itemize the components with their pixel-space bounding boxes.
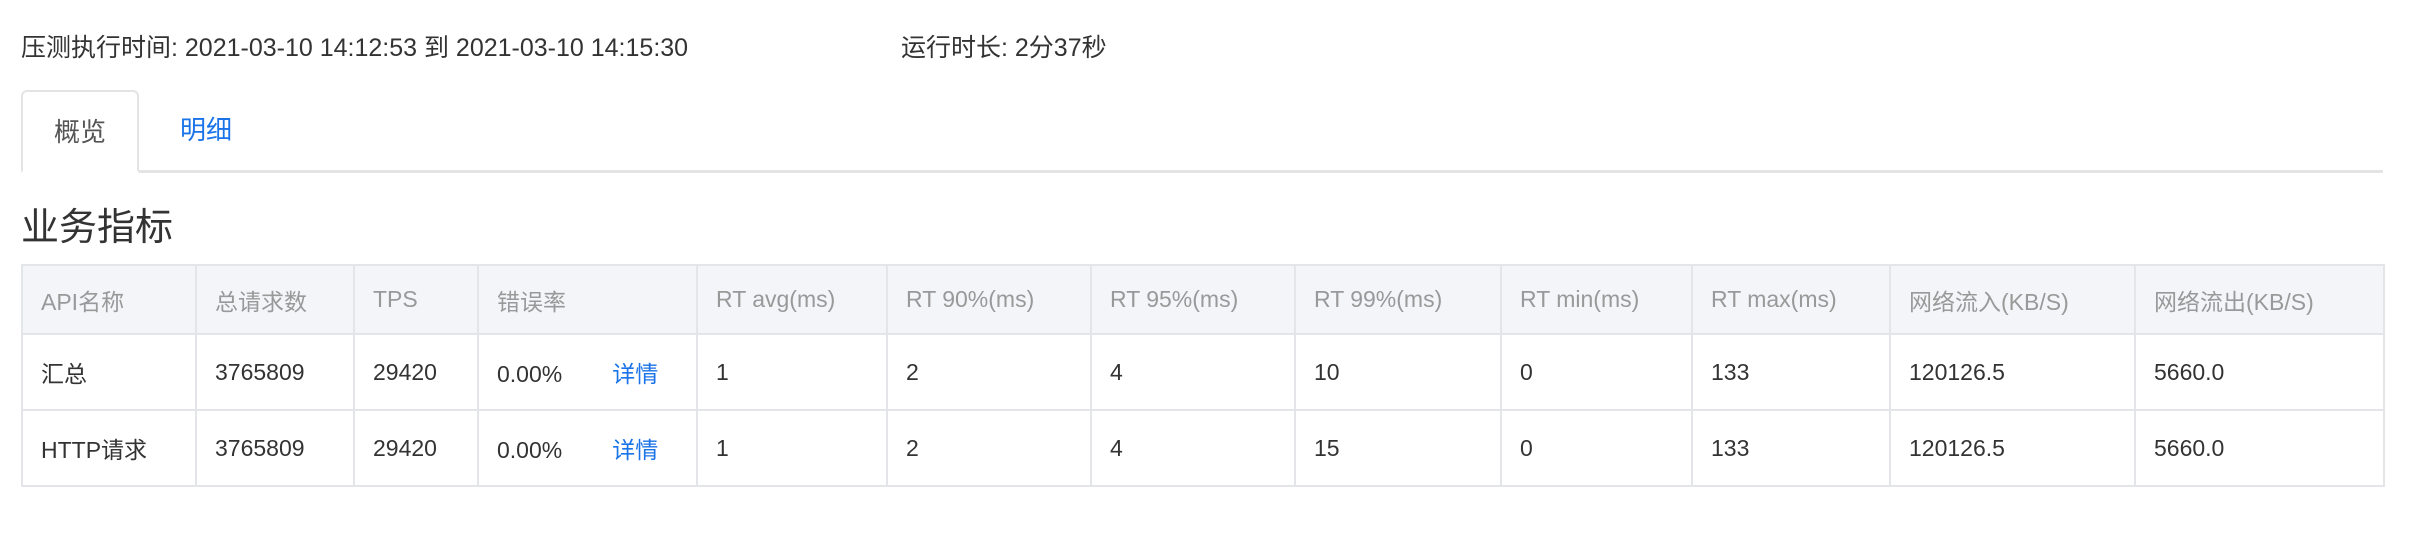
cell-value: 1 — [716, 358, 729, 385]
cell-value: 3765809 — [215, 434, 305, 461]
table-cell: 0.00% 详情 — [477, 409, 698, 487]
detail-link[interactable]: 详情 — [612, 361, 658, 387]
cell-value: 0.00% — [497, 437, 563, 463]
cell-value: 1 — [716, 434, 729, 461]
table-row: HTTP请求 3765809 29420 0.00% 详情 1 2 4 15 0 133 120126… — [21, 409, 2385, 487]
table-cell: 29420 — [353, 333, 479, 411]
table-cell: 133 — [1691, 333, 1891, 411]
table-cell: 5660.0 — [2134, 409, 2385, 487]
cell-value: 10 — [1314, 358, 1340, 385]
cell-value: 133 — [1711, 358, 1750, 385]
table-cell: 133 — [1691, 409, 1891, 487]
table-cell: 3765809 — [195, 409, 355, 487]
table-cell: 10 — [1294, 333, 1502, 411]
cell-value: 120126.5 — [1909, 434, 2005, 461]
table-cell: 15 — [1294, 409, 1502, 487]
cell-value: 5660.0 — [2154, 358, 2225, 385]
table-cell: 120126.5 — [1889, 333, 2136, 411]
duration-text: 运行时长: 2分37秒 — [901, 34, 1107, 62]
table-cell: 2 — [886, 409, 1092, 487]
column-header: RT min(ms) — [1500, 264, 1693, 335]
cell-value: 0.00% — [497, 361, 563, 387]
exec-time-text: 压测执行时间: 2021-03-10 14:12:53 到 2021-03-10… — [21, 34, 689, 62]
cell-value: 汇总 — [41, 361, 87, 387]
table-cell: 0 — [1500, 409, 1693, 487]
column-header: TPS — [353, 264, 479, 335]
table-cell: 0 — [1500, 333, 1693, 411]
column-header: 总请求数 — [195, 264, 355, 335]
column-header: RT 90%(ms) — [886, 264, 1092, 335]
cell-value: 0 — [1520, 358, 1533, 385]
column-header: API名称 — [21, 264, 197, 335]
cell-value: 29420 — [373, 358, 437, 385]
detail-link[interactable]: 详情 — [612, 437, 658, 463]
table-cell: 4 — [1090, 333, 1296, 411]
table-cell: 5660.0 — [2134, 333, 2385, 411]
cell-value: 120126.5 — [1909, 358, 2005, 385]
cell-value: 133 — [1711, 434, 1750, 461]
column-header: 网络流出(KB/S) — [2134, 264, 2385, 335]
column-header: RT max(ms) — [1691, 264, 1891, 335]
column-header: RT 99%(ms) — [1294, 264, 1502, 335]
tab-overview[interactable]: 概览 — [21, 90, 139, 173]
cell-value: 0 — [1520, 434, 1533, 461]
table-cell: 120126.5 — [1889, 409, 2136, 487]
metrics-table: API名称 总请求数 TPS 错误率 RT avg(ms) RT 90%(ms) RT 95… — [21, 264, 2385, 487]
table-cell: 汇总 — [21, 333, 197, 411]
cell-value: 2 — [906, 434, 919, 461]
column-header: RT 95%(ms) — [1090, 264, 1296, 335]
cell-value: 4 — [1110, 358, 1123, 385]
cell-value: 4 — [1110, 434, 1123, 461]
table-cell: 3765809 — [195, 333, 355, 411]
table-cell: 1 — [696, 409, 888, 487]
table-row: 汇总 3765809 29420 0.00% 详情 1 2 4 10 0 133 120126.5 56… — [21, 333, 2385, 411]
table-cell: 2 — [886, 333, 1092, 411]
table-cell: 29420 — [353, 409, 479, 487]
cell-value: 29420 — [373, 434, 437, 461]
column-header: RT avg(ms) — [696, 264, 888, 335]
table-cell: HTTP请求 — [21, 409, 197, 487]
table-cell: 1 — [696, 333, 888, 411]
cell-value: HTTP请求 — [41, 437, 148, 463]
section-title: 业务指标 — [21, 207, 174, 249]
cell-value: 15 — [1314, 434, 1340, 461]
tab-bar: 概览 明细 — [21, 90, 2383, 173]
cell-value: 5660.0 — [2154, 434, 2225, 461]
table-cell: 0.00% 详情 — [477, 333, 698, 411]
table-header-row: API名称 总请求数 TPS 错误率 RT avg(ms) RT 90%(ms) RT 95… — [21, 264, 2385, 335]
column-header: 网络流入(KB/S) — [1889, 264, 2136, 335]
column-header: 错误率 — [477, 264, 698, 335]
tab-detail[interactable]: 明细 — [171, 90, 241, 173]
table-cell: 4 — [1090, 409, 1296, 487]
cell-value: 2 — [906, 358, 919, 385]
cell-value: 3765809 — [215, 358, 305, 385]
